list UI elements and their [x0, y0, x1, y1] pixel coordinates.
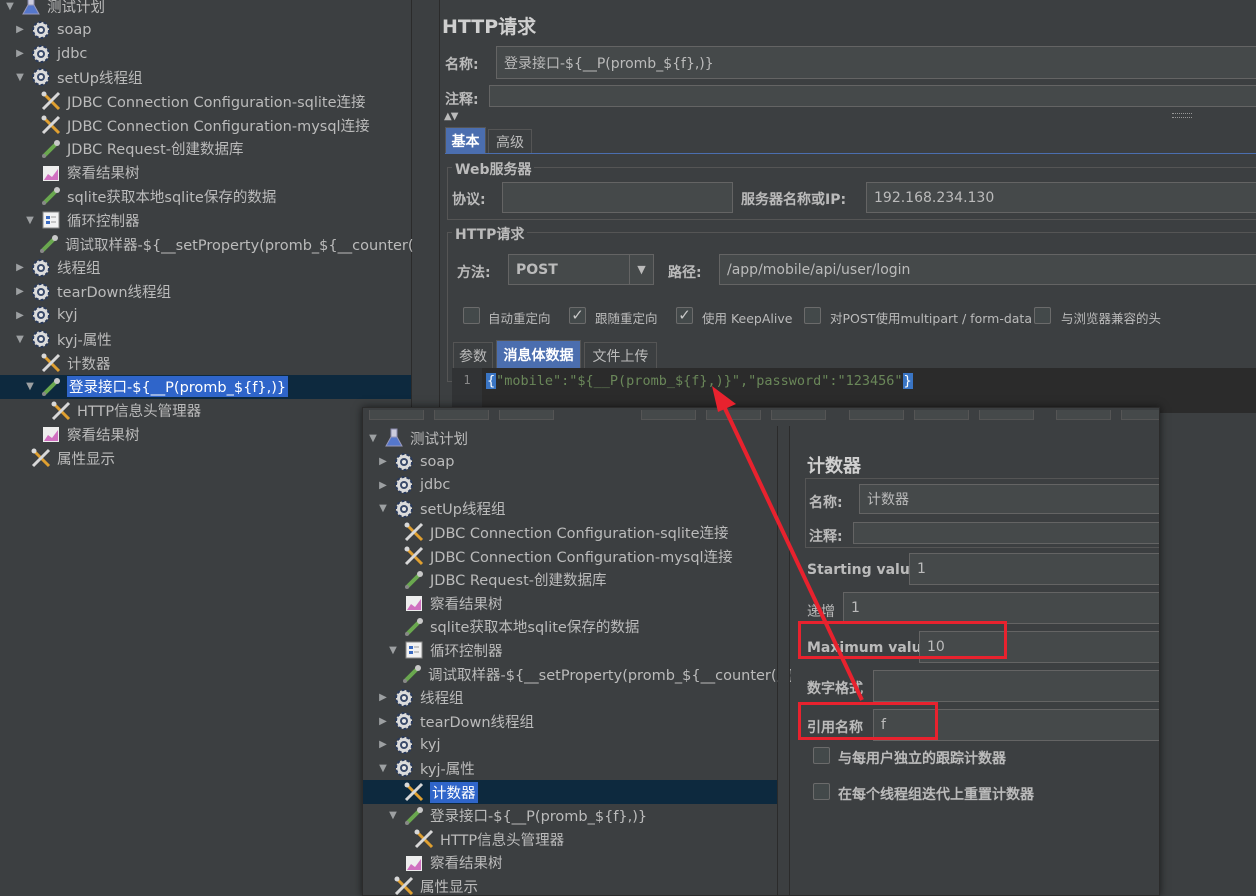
arrow-line [719, 399, 864, 701]
annotation-arrow [712, 386, 864, 701]
arrow-head [712, 386, 736, 412]
